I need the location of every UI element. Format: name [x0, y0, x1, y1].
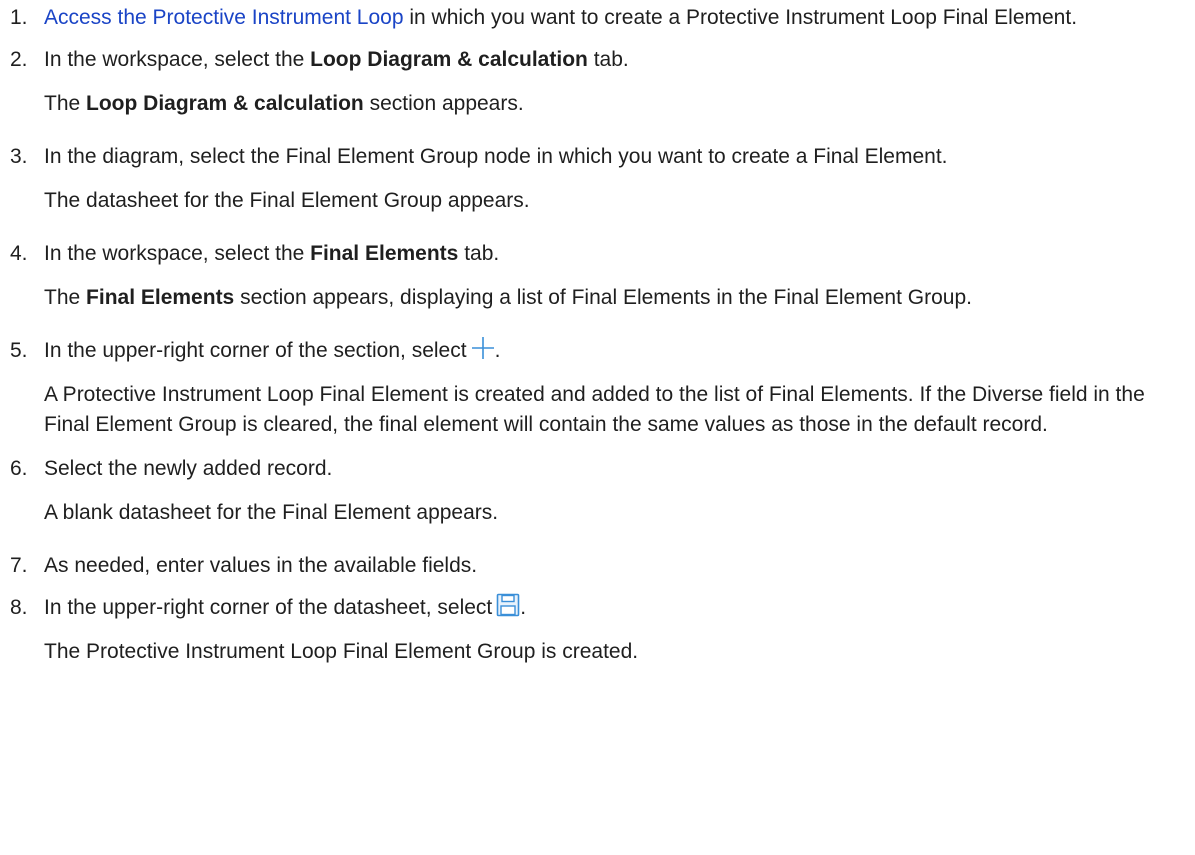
procedure-steps: 1. Access the Protective Instrument Loop… — [0, 3, 1195, 667]
step-6: 6. Select the newly added record. A blan… — [0, 454, 1195, 528]
step-text: In the workspace, select the — [44, 48, 311, 71]
result-text: section appears. — [363, 92, 524, 115]
step-instruction: Access the Protective Instrument Loop in… — [44, 3, 1175, 33]
step-result: A Protective Instrument Loop Final Eleme… — [44, 383, 1145, 436]
step-number: 2. — [10, 48, 28, 71]
result-text: The — [44, 92, 87, 115]
step-instruction: In the workspace, select the Loop Diagra… — [44, 45, 1175, 75]
step-instruction: As needed, enter values in the available… — [44, 554, 478, 577]
step-instruction: Select the newly added record. — [44, 457, 333, 480]
step-result: The Protective Instrument Loop Final Ele… — [44, 640, 639, 663]
step-number: 5. — [10, 339, 28, 362]
step-result: The Final Elements section appears, disp… — [44, 283, 1175, 313]
step-text: In the upper-right corner of the section… — [44, 339, 467, 362]
step-text: in which you want to create a Protective… — [403, 6, 1078, 29]
ui-term: Loop Diagram & calculation — [310, 48, 588, 71]
result-text: section appears, displaying a list of Fi… — [234, 286, 972, 309]
step-number: 8. — [10, 596, 28, 619]
ui-term: Final Elements — [310, 242, 459, 265]
step-number: 6. — [10, 457, 28, 480]
step-text: tab. — [587, 48, 629, 71]
step-text: tab. — [458, 242, 500, 265]
save-icon — [496, 593, 520, 617]
step-number: 4. — [10, 242, 28, 265]
step-text: . — [494, 339, 501, 362]
step-number: 3. — [10, 145, 28, 168]
plus-icon — [471, 336, 495, 360]
step-instruction: In the diagram, select the Final Element… — [44, 145, 948, 168]
step-5: 5. In the upper-right corner of the sect… — [0, 336, 1195, 440]
step-instruction: In the workspace, select the Final Eleme… — [44, 239, 1175, 269]
step-text: . — [520, 596, 527, 619]
step-result: A blank datasheet for the Final Element … — [44, 501, 499, 524]
ui-term: Loop Diagram & calculation — [86, 92, 364, 115]
step-8: 8. In the upper-right corner of the data… — [0, 593, 1195, 667]
step-instruction: In the upper-right corner of the section… — [44, 336, 1175, 366]
step-2: 2. In the workspace, select the Loop Dia… — [0, 45, 1195, 119]
access-protective-instrument-loop-link[interactable]: Access the Protective Instrument Loop — [44, 6, 404, 29]
step-1: 1. Access the Protective Instrument Loop… — [0, 3, 1195, 33]
ui-term: Final Elements — [86, 286, 235, 309]
step-instruction: In the upper-right corner of the datashe… — [44, 593, 1175, 623]
step-text: In the upper-right corner of the datashe… — [44, 596, 493, 619]
step-3: 3. In the diagram, select the Final Elem… — [0, 142, 1195, 216]
step-number: 1. — [10, 6, 28, 29]
step-number: 7. — [10, 554, 28, 577]
step-text: In the workspace, select the — [44, 242, 311, 265]
step-result: The Loop Diagram & calculation section a… — [44, 89, 1175, 119]
step-4: 4. In the workspace, select the Final El… — [0, 239, 1195, 313]
step-result: The datasheet for the Final Element Grou… — [44, 189, 530, 212]
step-7: 7. As needed, enter values in the availa… — [0, 551, 1195, 581]
result-text: The — [44, 286, 87, 309]
